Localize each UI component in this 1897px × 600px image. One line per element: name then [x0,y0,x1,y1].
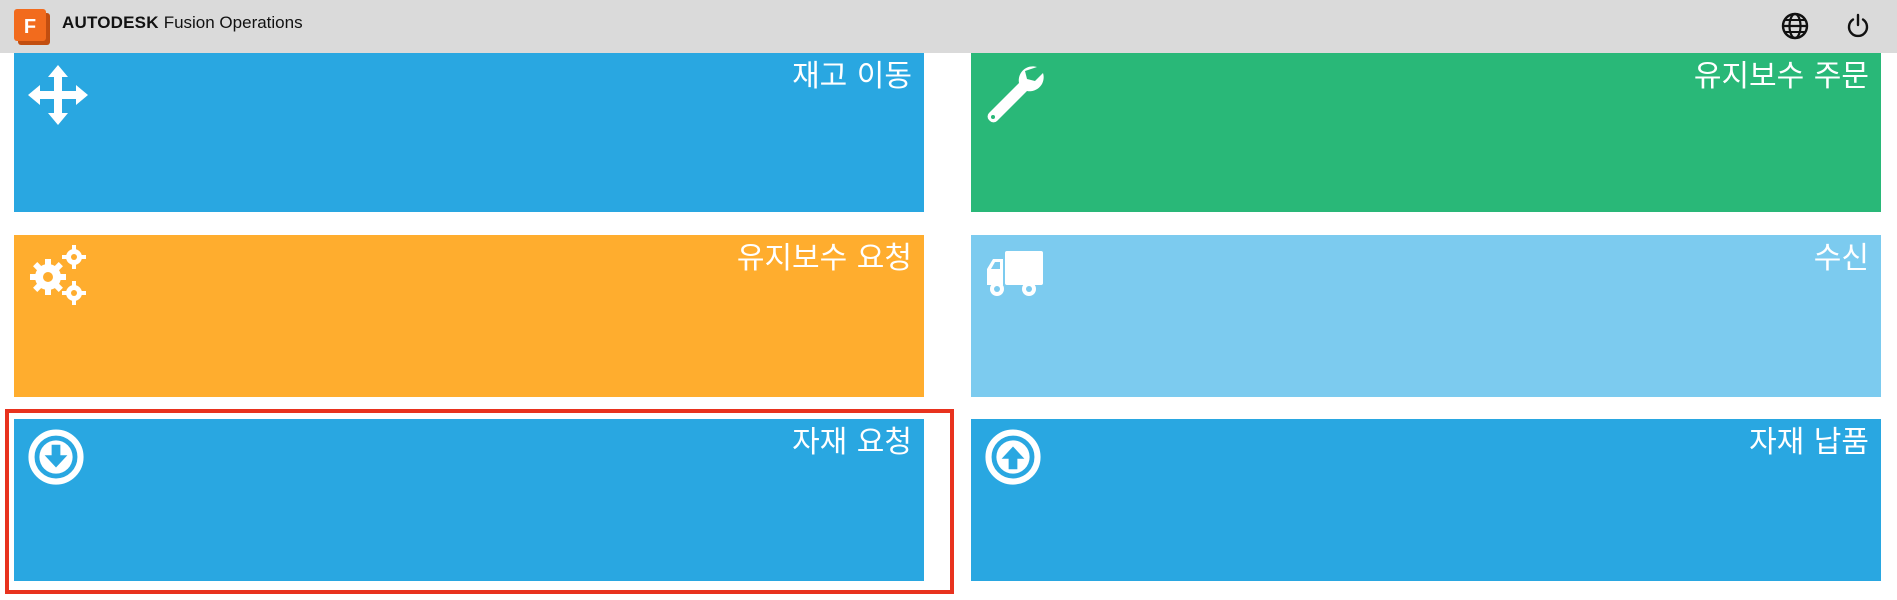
tile-label: 유지보수 요청 [736,241,912,276]
logo-letter: F [24,16,36,38]
arrow-circle-up-icon [985,429,1041,485]
tile-maintenance-order[interactable]: 유지보수 주문 [971,53,1881,212]
tile-label: 재고 이동 [792,59,912,94]
app-brand: AUTODESK Fusion Operations [62,13,303,33]
tile-material-request[interactable]: 자재 요청 [14,419,924,581]
tile-receiving[interactable]: 수신 [971,235,1881,397]
tile-maintenance-request[interactable]: 유지보수 요청 [14,235,924,397]
top-bar: F AUTODESK Fusion Operations [0,0,1897,53]
truck-icon [987,251,1043,296]
move-arrows-icon [28,65,88,125]
tile-inventory-move[interactable]: 재고 이동 [14,53,924,212]
tile-label: 유지보수 주문 [1693,59,1869,94]
power-icon[interactable] [1843,11,1873,41]
globe-icon[interactable] [1780,11,1810,41]
wrench-icon [987,66,1044,123]
tile-label: 자재 요청 [792,425,912,460]
brand-autodesk: AUTODESK [62,13,159,32]
tile-material-delivery[interactable]: 자재 납품 [971,419,1881,581]
fusion-logo-icon: F [14,9,50,45]
arrow-circle-down-icon [28,429,84,485]
tile-label: 수신 [1813,241,1869,276]
tile-label: 자재 납품 [1749,425,1869,460]
gears-icon [30,245,86,305]
brand-product: Fusion Operations [163,13,303,32]
